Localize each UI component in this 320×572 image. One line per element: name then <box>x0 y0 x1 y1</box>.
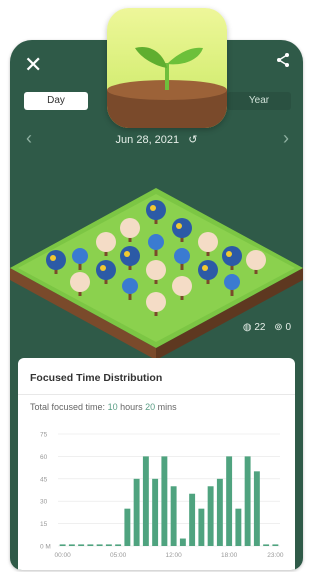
total-label: Total focused time: <box>30 402 106 412</box>
bar-hour-22 <box>263 544 270 546</box>
bar-hour-5 <box>105 544 112 546</box>
close-icon[interactable]: ✕ <box>24 54 42 76</box>
y-tick-label: 60 <box>40 454 48 461</box>
focused-time-card: Focused Time Distribution Total focused … <box>18 358 295 570</box>
bar-hour-14 <box>189 493 196 546</box>
bar-hour-3 <box>87 544 94 546</box>
bar-hour-23 <box>272 544 279 546</box>
card-title: Focused Time Distribution <box>30 372 163 384</box>
dead-tree-count: 0 <box>285 322 291 333</box>
share-icon[interactable] <box>275 52 291 73</box>
bar-hour-0 <box>59 544 66 546</box>
x-tick-label: 00:00 <box>54 552 71 559</box>
bar-hour-18 <box>226 456 233 546</box>
bar-hour-4 <box>96 544 103 546</box>
bar-hour-10 <box>152 478 159 546</box>
forest-app-icon <box>107 8 227 128</box>
x-tick-label: 05:00 <box>110 552 127 559</box>
bar-hour-8 <box>133 478 140 546</box>
dead-tree-icon: ⊚ <box>274 322 283 333</box>
return-today-icon[interactable]: ↺ <box>188 134 197 146</box>
mins-value: 20 <box>145 402 156 412</box>
y-tick-label: 30 <box>40 499 48 506</box>
coin-count: 22 <box>254 322 266 333</box>
bar-hour-17 <box>216 478 223 546</box>
bar-hour-13 <box>179 538 186 546</box>
y-tick-label: 0 M <box>40 544 51 551</box>
bar-hour-11 <box>161 456 168 546</box>
total-focused-time: Total focused time: 10 hours 20 mins <box>30 402 177 412</box>
tab-year[interactable]: Year <box>227 92 291 110</box>
y-tick-label: 15 <box>40 521 48 528</box>
bar-hour-2 <box>78 544 85 546</box>
bar-hour-1 <box>68 544 75 546</box>
coin-icon: ◍ <box>242 322 252 333</box>
bar-hour-9 <box>142 456 149 546</box>
x-tick-label: 23:00 <box>267 552 284 559</box>
focused-time-bar-chart: 75 60 45 30 15 0 M00:00 05:00 12:00 18:00 23:00 <box>40 432 284 560</box>
forest-stats: ◍ 22 ⊚ 0 <box>243 322 291 333</box>
x-tick-label: 18:00 <box>221 552 238 559</box>
mins-label: mins <box>157 402 177 412</box>
bar-hour-20 <box>244 456 251 546</box>
bar-hour-19 <box>235 508 242 546</box>
bar-hour-15 <box>198 508 205 546</box>
bar-hour-7 <box>124 508 131 546</box>
bar-hour-6 <box>115 544 122 546</box>
tab-day[interactable]: Day <box>24 92 88 110</box>
date-label: Jun 28, 2021 ↺ <box>10 130 303 150</box>
hours-value: 10 <box>107 402 118 412</box>
x-tick-label: 12:00 <box>165 552 182 559</box>
hours-label: hours <box>120 402 143 412</box>
bar-hour-16 <box>207 486 214 546</box>
y-tick-label: 75 <box>40 432 48 439</box>
card-divider <box>18 394 295 395</box>
date-text: Jun 28, 2021 <box>115 134 180 146</box>
y-tick-label: 45 <box>40 476 48 483</box>
bar-hour-21 <box>253 471 260 546</box>
bar-hour-12 <box>170 486 177 546</box>
